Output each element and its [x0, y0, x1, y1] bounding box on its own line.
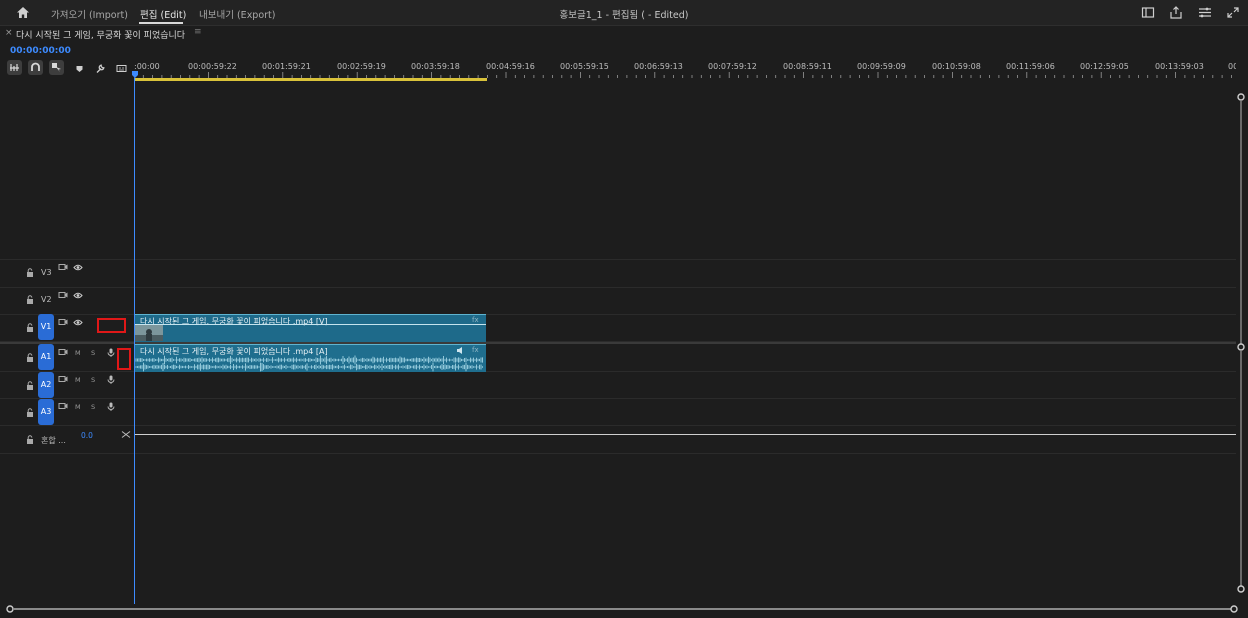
close-sequence-button[interactable]: × [5, 28, 13, 38]
mix-volume-line[interactable] [134, 434, 1236, 435]
mute-button[interactable]: M [75, 376, 81, 384]
project-title: 홍보글1_1 - 편집됨 ( - Edited) [559, 10, 689, 21]
eye-icon[interactable] [73, 291, 83, 300]
sync-lock-icon[interactable] [58, 402, 68, 411]
linked-selection-icon [52, 63, 61, 72]
ruler-label: 00:10:59:08 [932, 62, 981, 71]
ruler-label: 00:02:59:19 [337, 62, 386, 71]
track-row-mix [0, 426, 1236, 454]
lock-icon[interactable] [26, 295, 34, 304]
microphone-icon[interactable] [106, 375, 116, 384]
solo-button[interactable]: S [91, 349, 95, 357]
sequence-menu-icon[interactable]: ≡ [194, 27, 202, 37]
ruler-label: 00:04:59:16 [486, 62, 535, 71]
microphone-icon[interactable] [106, 348, 116, 357]
time-ruler[interactable]: :00:00 00:00:59:22 00:01:59:21 00:02:59:… [134, 58, 1236, 80]
snap-icon [31, 62, 40, 71]
ruler-label: 00:11:59:06 [1006, 62, 1055, 71]
eye-icon[interactable] [73, 263, 83, 272]
marker-button[interactable] [74, 63, 85, 74]
playhead-handle[interactable] [132, 71, 138, 78]
share-icon[interactable] [1169, 6, 1183, 19]
playhead-line[interactable] [134, 78, 135, 604]
highlight-box [97, 318, 126, 333]
wrench-icon [96, 64, 105, 73]
track-name-v2[interactable]: V2 [41, 295, 52, 304]
audio-waveform [135, 355, 483, 372]
lock-icon[interactable] [26, 323, 34, 332]
ruler-label: 00:00:59:22 [188, 62, 237, 71]
ruler-label: 00:13:59:03 [1155, 62, 1204, 71]
lock-icon[interactable] [26, 408, 34, 417]
horizontal-scrollbar[interactable] [0, 602, 1248, 618]
captions-button[interactable] [116, 63, 127, 74]
menu-lines-icon[interactable] [1198, 6, 1212, 19]
track-name-v3[interactable]: V3 [41, 268, 52, 277]
vertical-scrollbar[interactable] [1236, 78, 1248, 604]
nest-icon [10, 64, 19, 71]
eye-icon[interactable] [73, 318, 83, 327]
track-row-a3 [0, 399, 1236, 426]
sync-lock-icon[interactable] [58, 263, 68, 272]
clip-label: 다시 시작된 그 게임, 무궁화 꽃이 피었습니다 .mp4 [V] [140, 317, 328, 326]
track-row-a2 [0, 372, 1236, 399]
track-target-a3[interactable]: A3 [38, 399, 54, 425]
ruler-label: 00:06:59:13 [634, 62, 683, 71]
highlight-box [117, 348, 131, 370]
ruler-label: 00: [1228, 62, 1236, 71]
caption-icon [116, 65, 127, 72]
playhead-timecode[interactable]: 00:00:00:00 [10, 46, 71, 56]
fx-badge: fx [472, 346, 479, 354]
track-target-a1[interactable]: A1 [38, 344, 54, 370]
expand-icon[interactable] [1226, 6, 1240, 19]
marker-icon [76, 66, 83, 72]
linked-selection-button[interactable] [49, 60, 64, 75]
audio-clip[interactable]: 다시 시작된 그 게임, 무궁화 꽃이 피었습니다 .mp4 [A] fx [134, 344, 486, 372]
mix-keyframe-icon[interactable] [121, 430, 131, 439]
solo-button[interactable]: S [91, 376, 95, 384]
snap-button[interactable] [28, 60, 43, 75]
lock-icon[interactable] [26, 435, 34, 444]
timeline-settings-button[interactable] [95, 63, 106, 74]
ruler-label: 00:09:59:09 [857, 62, 906, 71]
sync-lock-icon[interactable] [58, 318, 68, 327]
speaker-icon [457, 347, 462, 354]
track-row-v3 [0, 259, 1236, 288]
fx-badge: fx [472, 316, 479, 324]
work-area-bar[interactable] [134, 78, 487, 81]
mix-track-name[interactable]: 혼합 ... [41, 435, 66, 446]
clip-thumbnail [135, 325, 163, 341]
microphone-icon[interactable] [106, 402, 116, 411]
ruler-label: 00:01:59:21 [262, 62, 311, 71]
sequence-name[interactable]: 다시 시작된 그 게임, 무궁화 꽃이 피었습니다 [16, 28, 185, 41]
lock-icon[interactable] [26, 353, 34, 362]
track-row-v2 [0, 287, 1236, 315]
track-target-v1[interactable]: V1 [38, 314, 54, 340]
panel-layout-icon[interactable] [1141, 6, 1155, 19]
lock-icon[interactable] [26, 268, 34, 277]
active-tab-indicator [139, 22, 183, 24]
ruler-label: 00:03:59:18 [411, 62, 460, 71]
mix-volume-value[interactable]: 0.0 [81, 431, 93, 440]
solo-button[interactable]: S [91, 403, 95, 411]
video-clip[interactable]: 다시 시작된 그 게임, 무궁화 꽃이 피었습니다 .mp4 [V] fx [134, 314, 486, 342]
sequence-tab-bar: × 다시 시작된 그 게임, 무궁화 꽃이 피었습니다 ≡ [0, 26, 1248, 42]
sync-lock-icon[interactable] [58, 375, 68, 384]
ruler-label: 00:08:59:11 [783, 62, 832, 71]
mute-button[interactable]: M [75, 349, 81, 357]
top-bar: 가져오기 (Import) 편집 (Edit) 내보내기 (Export) 홍보… [0, 0, 1248, 26]
lock-icon[interactable] [26, 381, 34, 390]
ruler-label: 00:05:59:15 [560, 62, 609, 71]
ruler-label: 00:07:59:12 [708, 62, 757, 71]
ruler-label: 00:12:59:05 [1080, 62, 1129, 71]
sync-lock-icon[interactable] [58, 348, 68, 357]
mute-button[interactable]: M [75, 403, 81, 411]
track-target-a2[interactable]: A2 [38, 372, 54, 398]
nest-button[interactable] [7, 60, 22, 75]
ruler-label: :00:00 [134, 62, 160, 71]
sync-lock-icon[interactable] [58, 291, 68, 300]
